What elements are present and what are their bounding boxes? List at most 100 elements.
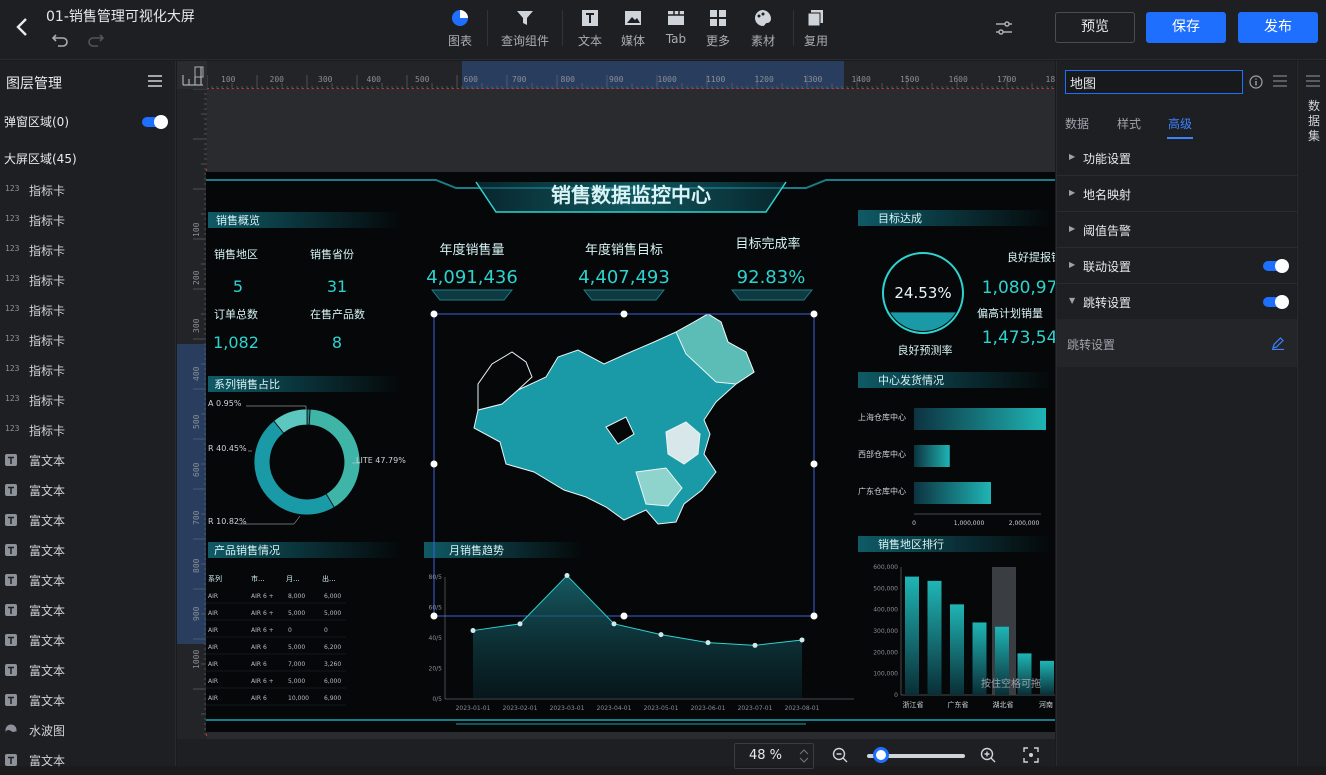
- layer-item[interactable]: 123 指标卡: [0, 385, 176, 415]
- layer-item[interactable]: 富文本: [0, 625, 176, 655]
- linkage-toggle[interactable]: [1263, 259, 1289, 273]
- edit-icon[interactable]: [1271, 336, 1285, 350]
- popup-toggle[interactable]: [142, 115, 168, 129]
- stepper-icon[interactable]: [799, 747, 809, 765]
- canvas-area[interactable]: 100 200 300 400 500 600 700 800 900 1000 1100 1200 1…: [177, 61, 1055, 739]
- table-cell: 6,000: [324, 678, 341, 685]
- layer-item[interactable]: 富文本: [0, 565, 176, 595]
- menu-icon[interactable]: [1273, 75, 1287, 87]
- layer-item[interactable]: 123 指标卡: [0, 325, 176, 355]
- zoom-slider-handle[interactable]: [873, 747, 889, 763]
- layer-item[interactable]: 123 指标卡: [0, 175, 176, 205]
- zoom-out-icon[interactable]: [832, 747, 848, 763]
- fit-screen-icon[interactable]: [1023, 747, 1039, 763]
- layer-item[interactable]: 富文本: [0, 685, 176, 715]
- layer-item[interactable]: 富文本: [0, 505, 176, 535]
- layer-item[interactable]: 富文本: [0, 475, 176, 505]
- layer-item[interactable]: 富文本: [0, 595, 176, 625]
- screen-section[interactable]: 大屏区域(45): [0, 144, 176, 174]
- layer-item[interactable]: 123 指标卡: [0, 205, 176, 235]
- svg-text:销售地区排行: 销售地区排行: [878, 537, 944, 551]
- tab-advanced[interactable]: 高级: [1168, 115, 1192, 132]
- table-cell: AIR: [208, 644, 218, 651]
- ruler-tick-label: 200: [192, 270, 201, 285]
- layer-item[interactable]: 123 指标卡: [0, 235, 176, 265]
- zoom-in-icon[interactable]: [980, 747, 996, 763]
- property-panel: 数据 样式 高级 ▶功能设置 ▶地名映射 ▶阈值告警 ▶联动设置 ▼跳转设置 跳…: [1056, 61, 1297, 766]
- text-icon: [5, 604, 18, 616]
- trend-point: [517, 621, 523, 627]
- region-bar: [927, 580, 942, 695]
- component-name-input[interactable]: [1065, 70, 1243, 94]
- trend-point: [658, 632, 664, 638]
- save-button[interactable]: 保存: [1146, 12, 1226, 43]
- menu-icon[interactable]: [148, 75, 162, 87]
- region-ytick: 0: [894, 692, 898, 699]
- table-cell: AIR 6: [251, 644, 267, 651]
- delivery-tick: 2,000,000: [1009, 520, 1040, 527]
- tab-style[interactable]: 样式: [1117, 115, 1141, 132]
- dashboard-screen[interactable]: 销售数据监控中心 销售概览 目标达成 系列销售占比 中心发货情况 产品销售情况 …: [206, 172, 1055, 732]
- filter-icon: [517, 11, 533, 25]
- dataset-side-tab[interactable]: 数据集: [1297, 61, 1326, 766]
- ruler-corner-icon[interactable]: [181, 65, 205, 87]
- section-name-mapping[interactable]: ▶ 地名映射: [1057, 176, 1297, 212]
- layer-item[interactable]: 123 指标卡: [0, 295, 176, 325]
- layer-item[interactable]: 123 指标卡: [0, 265, 176, 295]
- jump-settings-row[interactable]: 跳转设置: [1057, 319, 1297, 367]
- table-cell: AIR: [208, 695, 218, 702]
- section-threshold[interactable]: ▶ 阈值告警: [1057, 212, 1297, 248]
- layer-item[interactable]: 富文本: [0, 745, 176, 775]
- publish-button[interactable]: 发布: [1238, 12, 1318, 43]
- text-icon: [5, 634, 18, 646]
- toolbar-chart[interactable]: 图表: [430, 8, 490, 49]
- top-bar: 01-销售管理可视化大屏 图表 查询组件 文本 媒体 Tab 更多 素材 复用 …: [0, 0, 1326, 60]
- number-icon: 123: [5, 244, 20, 253]
- overview-item: 订单总数 1,082: [213, 307, 259, 352]
- region-ytick: 500,000: [873, 585, 898, 592]
- ruler-tick-label: 1000: [658, 75, 677, 84]
- sliders-icon[interactable]: [994, 18, 1014, 38]
- redo-icon[interactable]: [88, 32, 104, 48]
- caret-right-icon: ▶: [1069, 152, 1076, 161]
- section-jump[interactable]: ▼ 跳转设置: [1057, 284, 1297, 320]
- layer-item[interactable]: 123 指标卡: [0, 415, 176, 445]
- svg-text:5: 5: [233, 277, 243, 296]
- menu-icon[interactable]: [1306, 75, 1320, 87]
- preview-button[interactable]: 预览: [1055, 12, 1135, 43]
- tab-data[interactable]: 数据: [1065, 115, 1089, 132]
- zoom-slider[interactable]: [867, 747, 965, 763]
- layer-item[interactable]: 富文本: [0, 535, 176, 565]
- layer-item[interactable]: 123 指标卡: [0, 355, 176, 385]
- zoom-input[interactable]: 48 %: [734, 743, 814, 769]
- region-xtick: 河南: [1039, 700, 1053, 709]
- toolbar-reuse[interactable]: 复用: [786, 8, 846, 49]
- jump-toggle[interactable]: [1263, 295, 1289, 309]
- dataset-label: 数据集: [1308, 99, 1321, 143]
- popup-section[interactable]: 弹窗区域(0): [0, 107, 176, 137]
- layer-item[interactable]: 富文本: [0, 445, 176, 475]
- palette-icon: [755, 10, 772, 26]
- toolbar-material[interactable]: 素材: [733, 8, 793, 49]
- ruler-tick-label: 400: [192, 366, 201, 381]
- section-linkage[interactable]: ▶ 联动设置: [1057, 248, 1297, 284]
- section-header-monthly: 月销售趋势: [424, 542, 584, 558]
- text-icon: [5, 454, 18, 466]
- trend-xtick: 2023-03-01: [550, 705, 585, 712]
- table-header: 系列: [208, 574, 222, 583]
- layer-item[interactable]: 水波图: [0, 715, 176, 745]
- table-cell: AIR 6 +: [251, 678, 274, 685]
- ruler-tick-label: 800: [192, 558, 201, 573]
- back-icon[interactable]: [12, 15, 32, 39]
- toolbar-query[interactable]: 查询组件: [495, 8, 555, 49]
- info-icon[interactable]: [1249, 75, 1263, 89]
- svg-text:销售地区: 销售地区: [214, 247, 258, 261]
- ruler-tick-label: 200: [270, 75, 285, 84]
- section-function[interactable]: ▶ 功能设置: [1057, 140, 1297, 176]
- delivery-tick: 0: [912, 520, 916, 527]
- image-icon: [625, 11, 641, 25]
- layer-item[interactable]: 富文本: [0, 655, 176, 685]
- table-cell: 6,000: [324, 593, 341, 600]
- section-header-goal: 目标达成: [858, 210, 1053, 226]
- undo-icon[interactable]: [52, 32, 68, 48]
